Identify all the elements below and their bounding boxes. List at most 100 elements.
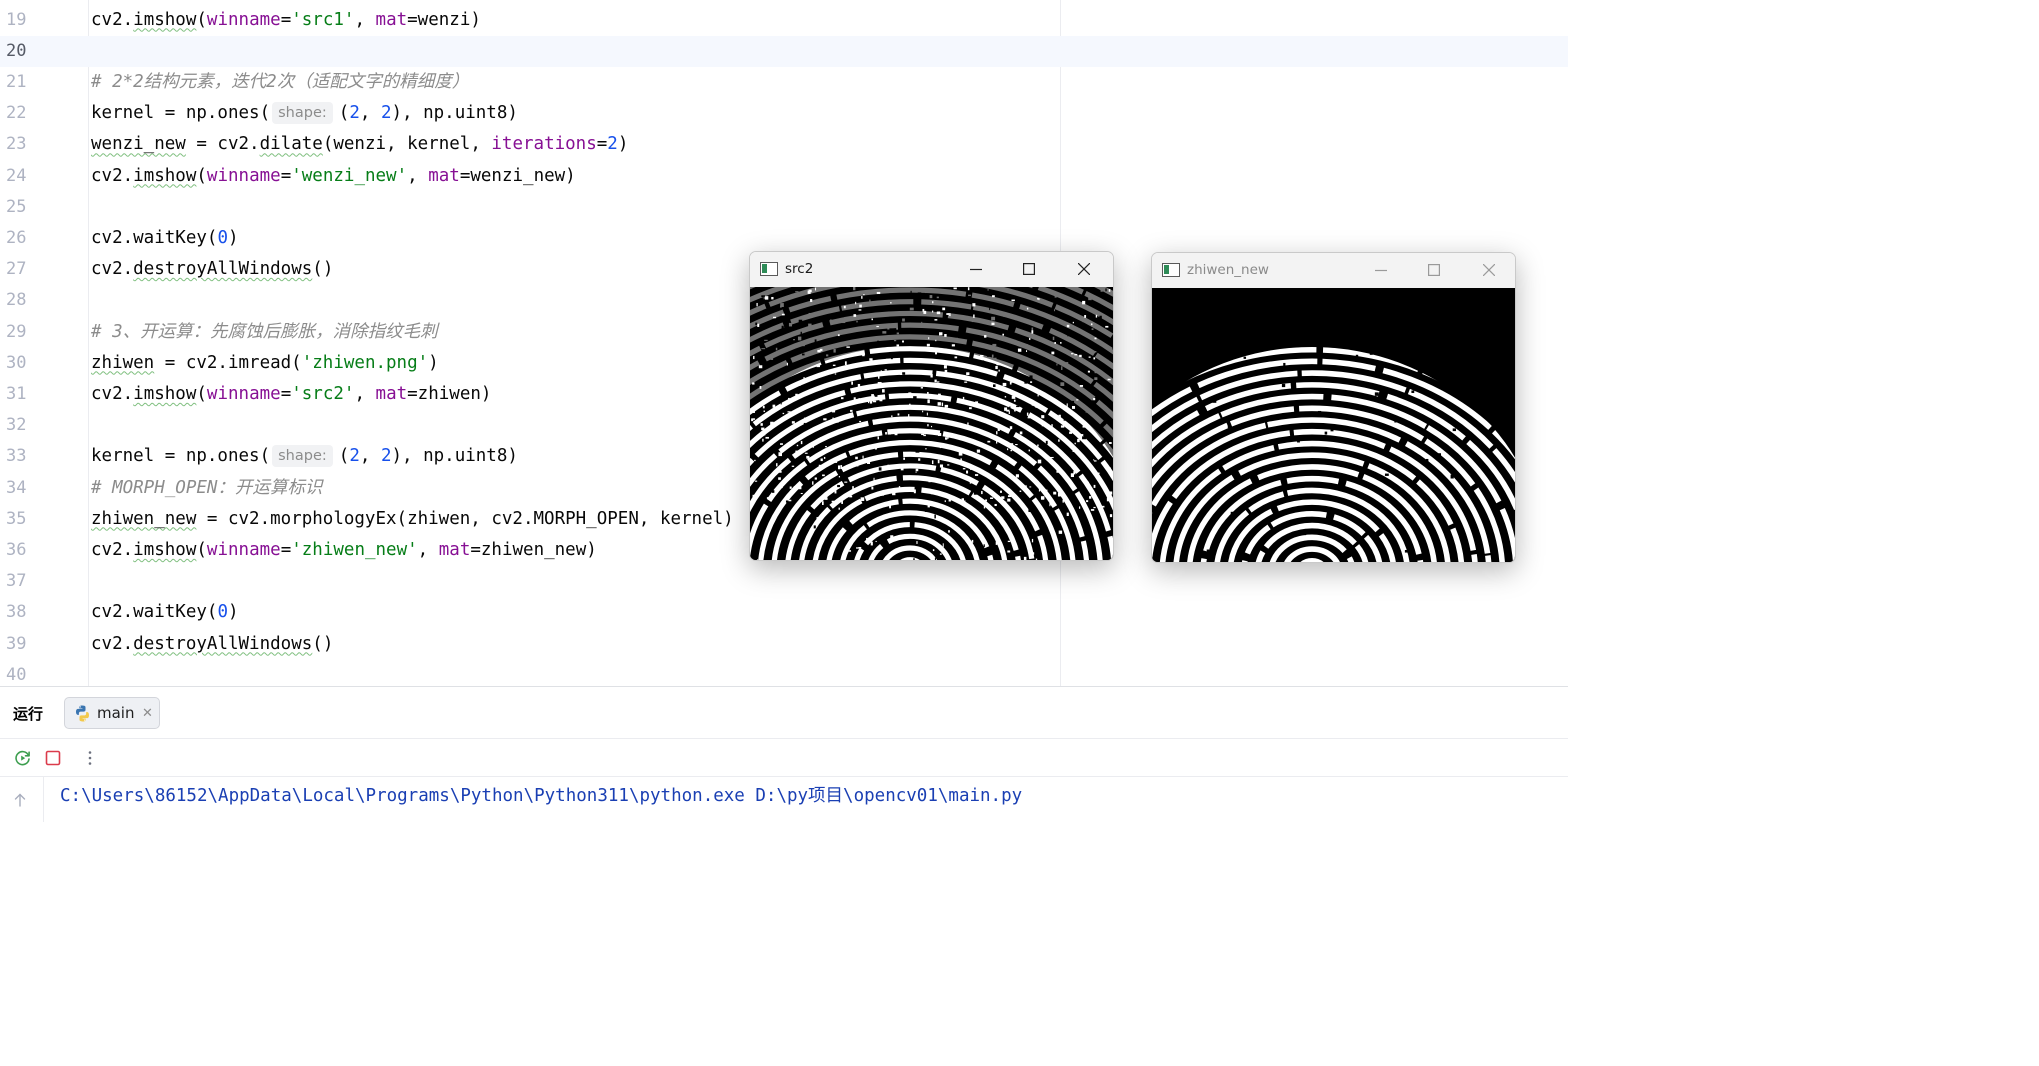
code-token: cv2. (91, 165, 134, 186)
code-line[interactable]: 26 cv2.waitKey(0) (0, 223, 1568, 254)
code-line[interactable]: 37 (0, 566, 1568, 597)
minimize-icon (970, 268, 982, 271)
code-string: 'src2' (291, 383, 355, 404)
code-line[interactable]: 24 cv2.imshow(winname='wenzi_new', mat=we… (0, 161, 1568, 192)
maximize-icon (1023, 263, 1035, 275)
code-line[interactable]: 25 (0, 192, 1568, 223)
code-number: 0 (217, 602, 228, 623)
line-number: 21 (6, 71, 27, 92)
code-token-typo-warning: dilate (259, 134, 323, 155)
line-number: 35 (6, 508, 27, 529)
minimize-icon (1375, 269, 1387, 272)
more-options-icon[interactable] (80, 748, 100, 768)
code-text: # MORPH_OPEN：开运算标识 (91, 473, 322, 504)
rerun-icon[interactable] (13, 748, 33, 768)
code-keyword-argument: iterations (491, 134, 597, 155)
code-token: ), np.uint8) (391, 103, 518, 124)
code-number: 2 (349, 103, 360, 124)
line-number: 20 (6, 40, 27, 61)
code-token: ( (338, 103, 350, 124)
scroll-up-arrow-icon[interactable] (11, 791, 29, 809)
code-number: 2 (607, 134, 618, 155)
code-text: cv2.imshow(winname='src2', mat=zhiwen) (91, 379, 491, 410)
line-number: 38 (6, 602, 27, 623)
code-comment: # 3、开运算：先腐蚀后膨胀，消除指纹毛刺 (91, 321, 438, 342)
run-tab-main[interactable]: main ✕ (64, 697, 160, 729)
window-title: src2 (785, 261, 814, 277)
line-number: 22 (6, 103, 27, 124)
code-string: 'zhiwen_new' (291, 539, 418, 560)
code-keyword-argument: winname (206, 539, 281, 560)
minimize-button[interactable] (953, 252, 999, 287)
opencv-window-src2[interactable]: src2 (749, 251, 1114, 561)
code-token: cv2. (91, 383, 134, 404)
line-number: 32 (6, 415, 27, 436)
code-token: , (354, 383, 376, 404)
code-line[interactable]: 20 (0, 35, 1568, 67)
code-line[interactable]: 38 cv2.waitKey(0) (0, 597, 1568, 628)
code-keyword-argument: mat (375, 383, 408, 404)
line-number: 24 (6, 165, 27, 186)
code-text: cv2.imshow(winname='wenzi_new', mat=wenz… (91, 161, 576, 192)
code-line[interactable]: 21 # 2*2结构元素，迭代2次（适配文字的精细度） (0, 67, 1568, 98)
code-token: = (596, 134, 608, 155)
maximize-icon (1428, 264, 1440, 276)
code-line[interactable]: 39 cv2.destroyAllWindows() (0, 629, 1568, 660)
code-line[interactable]: 23 wenzi_new = cv2.dilate(wenzi, kernel, … (0, 129, 1568, 160)
line-number: 25 (6, 196, 27, 217)
code-token: (wenzi, kernel, (322, 134, 492, 155)
fingerprint-image-src2 (750, 252, 1113, 560)
code-token: , (407, 165, 429, 186)
code-token-typo-warning: imshow (133, 165, 197, 186)
code-keyword-argument: winname (206, 165, 281, 186)
close-button[interactable] (1466, 253, 1512, 288)
code-token-typo-warning: destroyAllWindows (133, 633, 313, 654)
code-token: = cv2. (185, 134, 260, 155)
close-tab-icon[interactable]: ✕ (142, 698, 153, 729)
code-line[interactable]: 40 (0, 660, 1568, 686)
code-token: cv2. (91, 9, 134, 30)
fingerprint-image-zhiwen-new (1152, 253, 1515, 562)
stop-icon[interactable] (43, 748, 63, 768)
code-line[interactable]: 19 cv2.imshow(winname='src1', mat=wenzi) (0, 5, 1568, 36)
code-line[interactable]: 22 kernel = np.ones(shape: (2, 2), np.uint… (0, 98, 1568, 129)
code-text: # 3、开运算：先腐蚀后膨胀，消除指纹毛刺 (91, 317, 438, 348)
code-comment: # MORPH_OPEN：开运算标识 (91, 477, 323, 498)
code-token: ) (227, 227, 239, 248)
code-token-typo-warning: imshow (133, 383, 197, 404)
line-number: 29 (6, 321, 27, 342)
parameter-hint: shape: (272, 102, 333, 125)
window-titlebar[interactable]: src2 (750, 252, 1113, 287)
code-text: cv2.waitKey(0) (91, 223, 239, 254)
line-number: 36 (6, 539, 27, 560)
maximize-button[interactable] (1006, 252, 1052, 287)
run-toolbar (0, 739, 1568, 777)
code-token: =wenzi) (407, 9, 481, 30)
window-titlebar[interactable]: zhiwen_new (1152, 253, 1515, 288)
run-header: 运行 main ✕ (0, 687, 1568, 739)
code-text: wenzi_new = cv2.dilate(wenzi, kernel, it… (91, 129, 628, 160)
code-token: cv2.waitKey( (91, 602, 218, 623)
code-token: ) (617, 134, 629, 155)
console-output-line: C:\Users\86152\AppData\Local\Programs\Py… (60, 786, 1023, 806)
run-tool-window: 运行 main ✕ C:\Users\86152\AppData\Local\P… (0, 686, 1568, 822)
code-token: , (354, 9, 376, 30)
python-icon (76, 705, 89, 722)
code-token-typo-warning: zhiwen (91, 352, 155, 373)
code-token: =zhiwen) (407, 383, 492, 404)
close-icon (1483, 264, 1495, 276)
code-token: = cv2.morphologyEx(zhiwen, cv2.MORPH_OPE… (196, 508, 734, 529)
opencv-window-zhiwen-new[interactable]: zhiwen_new (1151, 252, 1516, 563)
code-token: ) (227, 602, 239, 623)
code-token-typo-warning: destroyAllWindows (133, 259, 313, 280)
code-token: = (280, 539, 292, 560)
code-text: zhiwen_new = cv2.morphologyEx(zhiwen, cv… (91, 504, 734, 535)
minimize-button[interactable] (1358, 253, 1404, 288)
run-tab-label: main (97, 704, 135, 722)
line-number: 31 (6, 383, 27, 404)
code-token: cv2. (91, 633, 134, 654)
code-token: cv2. (91, 539, 134, 560)
close-button[interactable] (1061, 252, 1107, 287)
maximize-button[interactable] (1411, 253, 1457, 288)
code-token-typo-warning: wenzi_new (91, 134, 186, 155)
